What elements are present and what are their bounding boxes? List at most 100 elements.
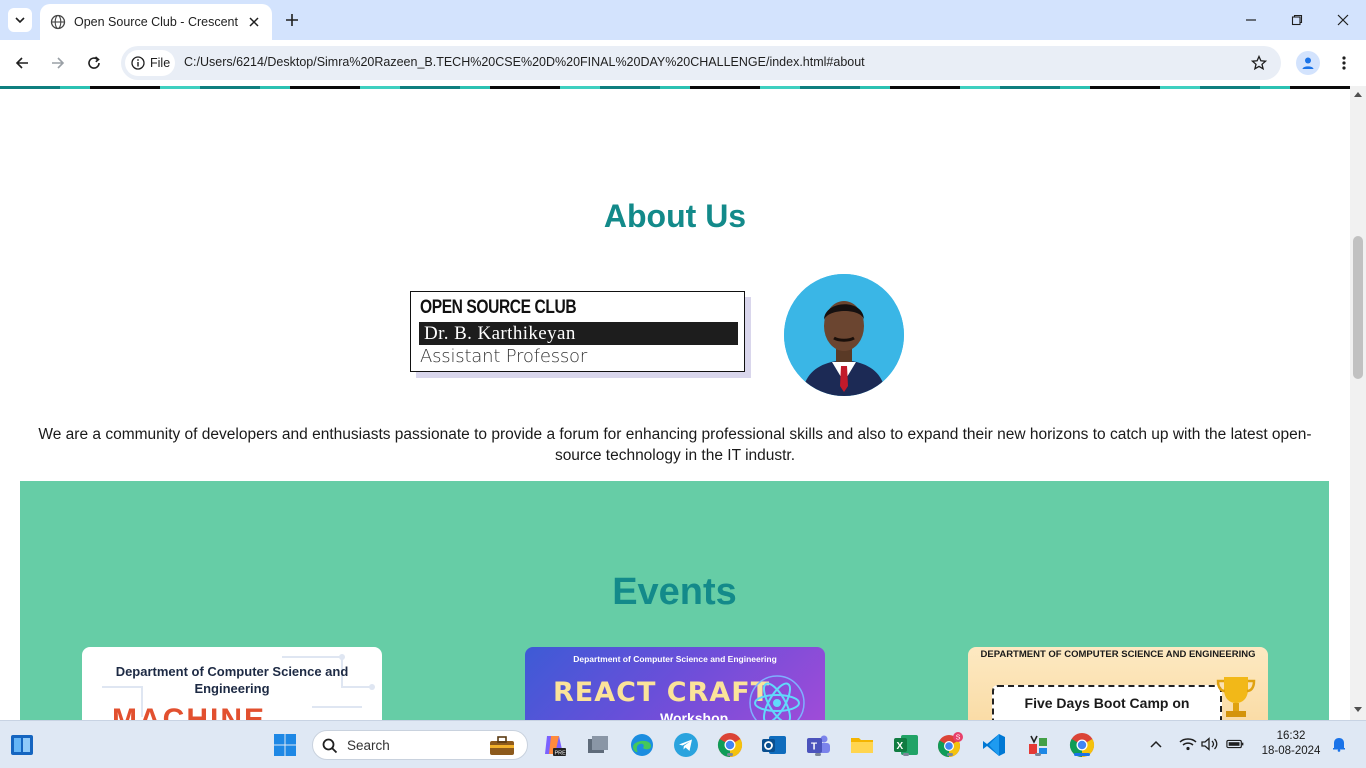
speaker-icon bbox=[1201, 737, 1218, 751]
tab-title: Open Source Club - Crescent C bbox=[74, 15, 240, 29]
tab-close-button[interactable] bbox=[246, 14, 262, 30]
taskbar-app-chrome-profile[interactable]: S bbox=[936, 731, 964, 759]
close-icon bbox=[249, 17, 259, 27]
person-portrait-icon bbox=[784, 274, 904, 396]
event-title: MACHINE bbox=[112, 703, 266, 720]
url-text[interactable]: C:/Users/6214/Desktop/Simra%20Razeen_B.T… bbox=[184, 55, 865, 69]
wifi-icon bbox=[1179, 738, 1197, 751]
widgets-button[interactable] bbox=[8, 731, 36, 759]
browser-menu-button[interactable] bbox=[1334, 51, 1354, 75]
running-indicator bbox=[947, 753, 953, 756]
svg-text:PRE: PRE bbox=[555, 751, 567, 757]
close-window-button[interactable] bbox=[1331, 8, 1355, 32]
triangle-down-icon bbox=[1354, 707, 1362, 712]
scroll-thumb[interactable] bbox=[1353, 236, 1363, 379]
browser-toolbar: File C:/Users/6214/Desktop/Simra%20Razee… bbox=[0, 40, 1366, 86]
new-tab-button[interactable] bbox=[282, 10, 302, 30]
faculty-name-bar: Dr. B. Karthikeyan bbox=[419, 322, 738, 345]
faculty-name-card: OPEN SOURCE CLUB Dr. B. Karthikeyan Assi… bbox=[410, 291, 745, 372]
taskbar-app-copilot[interactable]: PRE bbox=[540, 731, 568, 759]
restore-button[interactable] bbox=[1285, 8, 1309, 32]
events-section: Events Department of Computer Science an… bbox=[20, 481, 1329, 720]
svg-text:T: T bbox=[811, 742, 817, 753]
window-stack-icon bbox=[588, 736, 608, 753]
scroll-up-button[interactable] bbox=[1354, 90, 1362, 98]
taskbar-app-file-explorer[interactable] bbox=[848, 731, 876, 759]
event-dept: DEPARTMENT OF COMPUTER SCIENCE AND ENGIN… bbox=[980, 649, 1256, 660]
faculty-name: Dr. B. Karthikeyan bbox=[424, 323, 576, 344]
close-icon bbox=[1337, 14, 1349, 26]
info-icon bbox=[131, 56, 145, 70]
page-viewport: About Us OPEN SOURCE CLUB Dr. B. Karthik… bbox=[0, 86, 1350, 720]
taskbar-app-chrome[interactable] bbox=[716, 731, 744, 759]
copilot-icon: PRE bbox=[545, 736, 567, 757]
telegram-icon bbox=[674, 733, 698, 757]
windows-logo-icon bbox=[274, 734, 296, 756]
event-title-box: Five Days Boot Camp on bbox=[992, 685, 1222, 720]
taskbar-app-files[interactable] bbox=[584, 731, 612, 759]
notifications-button[interactable] bbox=[1330, 735, 1348, 753]
taskbar-app-games[interactable] bbox=[1024, 731, 1052, 759]
header-border-strip bbox=[0, 86, 1350, 89]
faculty-role: Assistant Professor bbox=[420, 346, 588, 367]
user-icon bbox=[1302, 57, 1314, 69]
event-dept: Department of Computer Science and Engin… bbox=[115, 664, 349, 696]
minimize-button[interactable] bbox=[1239, 8, 1263, 32]
event-title: REACT CRAFT bbox=[553, 677, 771, 708]
bookmark-button[interactable] bbox=[1249, 53, 1269, 73]
taskbar-clock[interactable]: 16:32 18-08-2024 bbox=[1258, 729, 1324, 759]
taskbar-app-edge[interactable] bbox=[628, 731, 656, 759]
vscode-icon bbox=[983, 734, 1005, 756]
active-indicator bbox=[1074, 753, 1090, 756]
about-heading: About Us bbox=[603, 198, 747, 234]
windows-taskbar: Search PRE T X S 16:32 18-08-2024 bbox=[0, 720, 1366, 768]
globe-icon bbox=[50, 14, 66, 30]
event-title: Five Days Boot Camp on bbox=[1024, 695, 1190, 711]
search-icon bbox=[322, 738, 338, 754]
events-heading: Events bbox=[612, 571, 737, 613]
back-button[interactable] bbox=[10, 51, 34, 75]
taskbar-app-teams[interactable]: T bbox=[804, 731, 832, 759]
event-card-bootcamp[interactable]: DEPARTMENT OF COMPUTER SCIENCE AND ENGIN… bbox=[968, 647, 1268, 720]
trophy-icon bbox=[1216, 677, 1256, 717]
scroll-down-button[interactable] bbox=[1354, 706, 1362, 714]
event-card-machine[interactable]: Department of Computer Science and Engin… bbox=[82, 647, 382, 720]
wifi-button[interactable] bbox=[1179, 735, 1197, 753]
battery-button[interactable] bbox=[1226, 735, 1244, 753]
taskbar-search[interactable]: Search bbox=[312, 730, 528, 760]
taskbar-app-vscode[interactable] bbox=[980, 731, 1008, 759]
triangle-up-icon bbox=[1354, 92, 1362, 97]
address-bar[interactable]: File C:/Users/6214/Desktop/Simra%20Razee… bbox=[121, 46, 1281, 80]
event-card-react-craft[interactable]: Department of Computer Science and Engin… bbox=[525, 647, 825, 720]
briefcase-icon bbox=[490, 736, 514, 755]
bell-icon bbox=[1333, 738, 1345, 752]
taskbar-app-telegram[interactable] bbox=[672, 731, 700, 759]
arrow-left-icon bbox=[15, 57, 28, 69]
taskbar-app-excel[interactable]: X bbox=[892, 731, 920, 759]
svg-text:X: X bbox=[897, 741, 904, 752]
taskbar-app-outlook[interactable] bbox=[760, 731, 788, 759]
outlook-icon bbox=[762, 736, 786, 754]
running-indicator bbox=[1035, 753, 1041, 756]
widgets-icon bbox=[11, 735, 33, 755]
about-description: We are a community of developers and ent… bbox=[38, 426, 1312, 464]
tray-overflow-button[interactable] bbox=[1147, 735, 1165, 753]
site-info-chip[interactable]: File bbox=[125, 50, 175, 76]
forward-button[interactable] bbox=[46, 51, 70, 75]
tab-search-button[interactable] bbox=[8, 8, 32, 32]
running-indicator bbox=[815, 753, 821, 756]
arrow-right-icon bbox=[52, 57, 65, 69]
start-button[interactable] bbox=[271, 731, 299, 759]
event-subtitle: Workshop bbox=[660, 710, 729, 720]
page-scrollbar[interactable] bbox=[1350, 86, 1366, 720]
svg-text:S: S bbox=[956, 735, 961, 742]
site-chip-label: File bbox=[150, 56, 171, 70]
reload-button[interactable] bbox=[82, 51, 106, 75]
clock-time: 16:32 bbox=[1276, 730, 1306, 742]
restore-icon bbox=[1291, 14, 1303, 26]
profile-button[interactable] bbox=[1296, 51, 1320, 75]
browser-tab-active[interactable]: Open Source Club - Crescent C bbox=[40, 4, 272, 40]
taskbar-app-chrome-active[interactable] bbox=[1068, 731, 1096, 759]
clock-date: 18-08-2024 bbox=[1261, 745, 1321, 757]
volume-button[interactable] bbox=[1201, 735, 1219, 753]
